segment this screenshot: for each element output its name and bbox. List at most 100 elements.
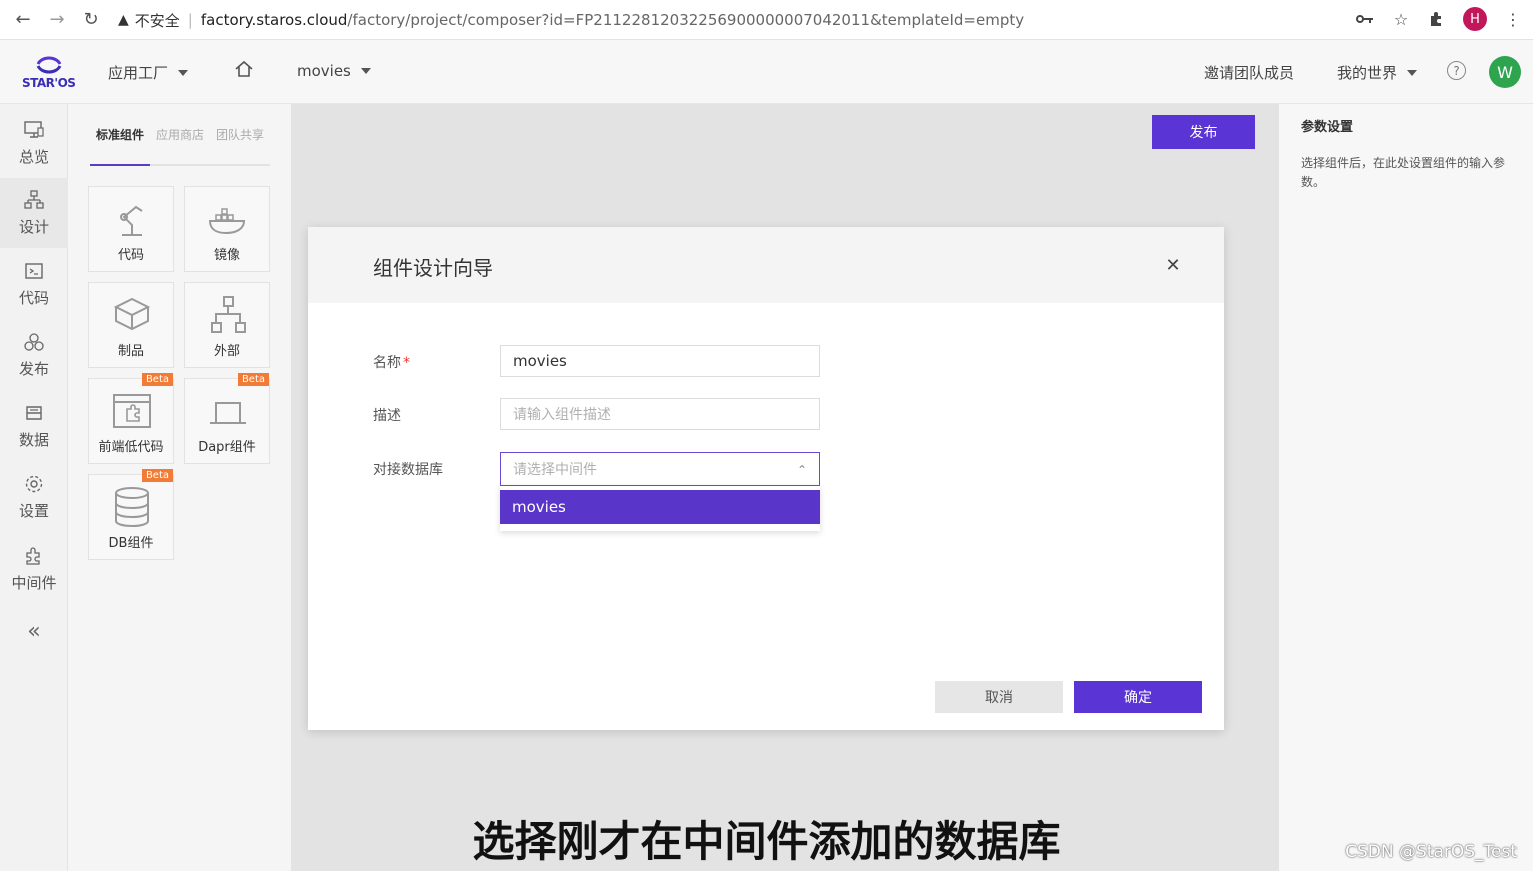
nav-item-overview[interactable]: 总览	[0, 108, 68, 178]
confirm-button[interactable]: 确定	[1074, 681, 1202, 713]
caret-down-icon	[360, 68, 371, 74]
component-wizard-dialog: 组件设计向导 ✕ 名称 * movies 描述 请输入组件描述 对接数据库 请选择…	[308, 227, 1224, 730]
component-card-label: 镜像	[213, 248, 240, 263]
back-icon[interactable]: ←	[12, 9, 34, 31]
close-icon[interactable]: ✕	[1163, 255, 1183, 276]
monitor-icon	[24, 120, 44, 138]
nav-item-label: 设置	[18, 501, 49, 520]
component-card-db[interactable]: Beta DB组件	[88, 469, 174, 560]
warning-icon: ▲	[118, 12, 129, 28]
nav-item-label: 发布	[18, 359, 49, 378]
docker-whale-icon	[208, 208, 246, 235]
beta-badge: Beta	[141, 469, 173, 482]
url-path: /factory/project/composer?id=FP211228120…	[347, 11, 1025, 29]
nav-item-code[interactable]: 代码	[0, 249, 68, 319]
required-mark: *	[403, 355, 410, 371]
robot-arm-icon	[120, 205, 143, 236]
address-bar[interactable]: ▲ 不安全 | factory.staros.cloud /factory/pr…	[118, 6, 1024, 34]
active-tab-indicator	[90, 164, 150, 166]
database-icon	[26, 405, 42, 420]
project-label: movies	[297, 62, 351, 80]
staros-logo[interactable]: STAR'OS	[22, 54, 76, 94]
component-card-label: 前端低代码	[98, 440, 164, 455]
nav-item-middleware[interactable]: 中间件	[0, 534, 68, 604]
user-avatar[interactable]: W	[1489, 56, 1521, 88]
app-factory-menu[interactable]: 应用工厂	[108, 62, 189, 83]
component-panel: 标准组件 应用商店 团队共享 代码 镜像 制品 外部 Beta 前端低代码 Be…	[68, 104, 292, 871]
dapr-hat-icon	[210, 402, 246, 424]
beta-badge: Beta	[141, 373, 173, 386]
nav-item-design[interactable]: 设计	[0, 178, 68, 248]
database-select[interactable]: 请选择中间件 ⌃	[500, 452, 820, 486]
component-card-label: 制品	[117, 344, 144, 359]
nav-item-label: 代码	[18, 288, 49, 307]
nav-item-label: 数据	[18, 430, 49, 449]
home-icon[interactable]	[234, 60, 254, 78]
params-panel: 参数设置 选择组件后，在此处设置组件的输入参数。	[1278, 104, 1533, 871]
terminal-icon	[25, 262, 43, 279]
my-world-label: 我的世界	[1337, 64, 1398, 82]
key-icon[interactable]	[1355, 9, 1375, 29]
forward-icon[interactable]: →	[46, 9, 68, 31]
app-factory-label: 应用工厂	[108, 64, 169, 82]
nav-item-publish[interactable]: 发布	[0, 320, 68, 390]
tab-app-store[interactable]: 应用商店	[156, 126, 204, 143]
component-card-code[interactable]: 代码	[88, 186, 174, 272]
component-card-artifact[interactable]: 制品	[88, 282, 174, 368]
address-separator: |	[187, 11, 193, 29]
browser-toolbar: ← → ↻ ▲ 不安全 | factory.staros.cloud /fact…	[0, 0, 1533, 40]
name-input[interactable]: movies	[500, 345, 820, 377]
database-dropdown: movies	[500, 486, 820, 531]
url-host: factory.staros.cloud	[200, 11, 348, 29]
watermark: CSDN @StarOS_Test	[1345, 842, 1517, 862]
video-subtitle: 选择刚才在中间件添加的数据库	[472, 817, 1061, 866]
component-card-lowcode[interactable]: Beta 前端低代码	[88, 373, 174, 464]
nav-item-data[interactable]: 数据	[0, 391, 68, 461]
dropdown-option-movies[interactable]: movies	[500, 490, 820, 524]
puzzle-icon	[26, 546, 40, 565]
publish-button[interactable]: 发布	[1152, 115, 1255, 149]
bookmark-star-icon[interactable]: ☆	[1391, 9, 1411, 29]
component-tabs: 标准组件 应用商店 团队共享	[90, 126, 270, 166]
nav-item-settings[interactable]: 设置	[0, 462, 68, 532]
left-nav: 总览 设计 代码 发布 数据 设置 中间件 «	[0, 104, 68, 871]
extensions-icon[interactable]	[1427, 9, 1447, 29]
tab-team-shared[interactable]: 团队共享	[216, 126, 264, 143]
collapse-nav-icon[interactable]: «	[0, 596, 68, 666]
caret-down-icon	[1407, 69, 1418, 76]
cancel-button[interactable]: 取消	[935, 681, 1063, 713]
component-card-label: 外部	[213, 344, 240, 359]
description-input[interactable]: 请输入组件描述	[500, 398, 820, 430]
name-label: 名称 *	[373, 352, 410, 372]
dialog-title: 组件设计向导	[373, 256, 493, 280]
tab-standard-components[interactable]: 标准组件	[96, 126, 144, 143]
beta-badge: Beta	[237, 373, 269, 386]
design-icon	[24, 189, 44, 209]
description-label: 描述	[373, 408, 401, 424]
dialog-header: 组件设计向导 ✕	[308, 227, 1224, 303]
my-world-menu[interactable]: 我的世界	[1337, 62, 1418, 83]
component-card-dapr[interactable]: Beta Dapr组件	[184, 373, 270, 464]
logo-text: STAR'OS	[22, 76, 76, 90]
browser-actions: ☆ H ⋮	[1355, 7, 1523, 31]
nav-item-label: 中间件	[11, 573, 57, 592]
more-vertical-icon[interactable]: ⋮	[1503, 9, 1523, 29]
nav-item-label: 总览	[18, 147, 49, 166]
logo-mark-icon	[36, 56, 62, 74]
nav-item-label: 设计	[18, 217, 49, 236]
component-card-external[interactable]: 外部	[184, 282, 270, 368]
publish-icon	[24, 332, 44, 351]
browser-profile-avatar[interactable]: H	[1463, 7, 1487, 31]
database-select-placeholder: 请选择中间件	[513, 462, 597, 478]
database-cylinder-icon	[115, 487, 149, 528]
project-menu[interactable]: movies	[297, 62, 371, 80]
reload-icon[interactable]: ↻	[80, 9, 102, 31]
component-card-image[interactable]: 镜像	[184, 186, 270, 272]
help-glyph: ?	[1447, 61, 1466, 80]
network-icon	[211, 296, 246, 333]
help-icon[interactable]: ?	[1447, 61, 1466, 80]
invite-members-link[interactable]: 邀请团队成员	[1204, 62, 1294, 83]
name-label-text: 名称	[373, 355, 401, 371]
gear-icon	[25, 475, 43, 492]
lowcode-window-icon	[113, 394, 151, 428]
